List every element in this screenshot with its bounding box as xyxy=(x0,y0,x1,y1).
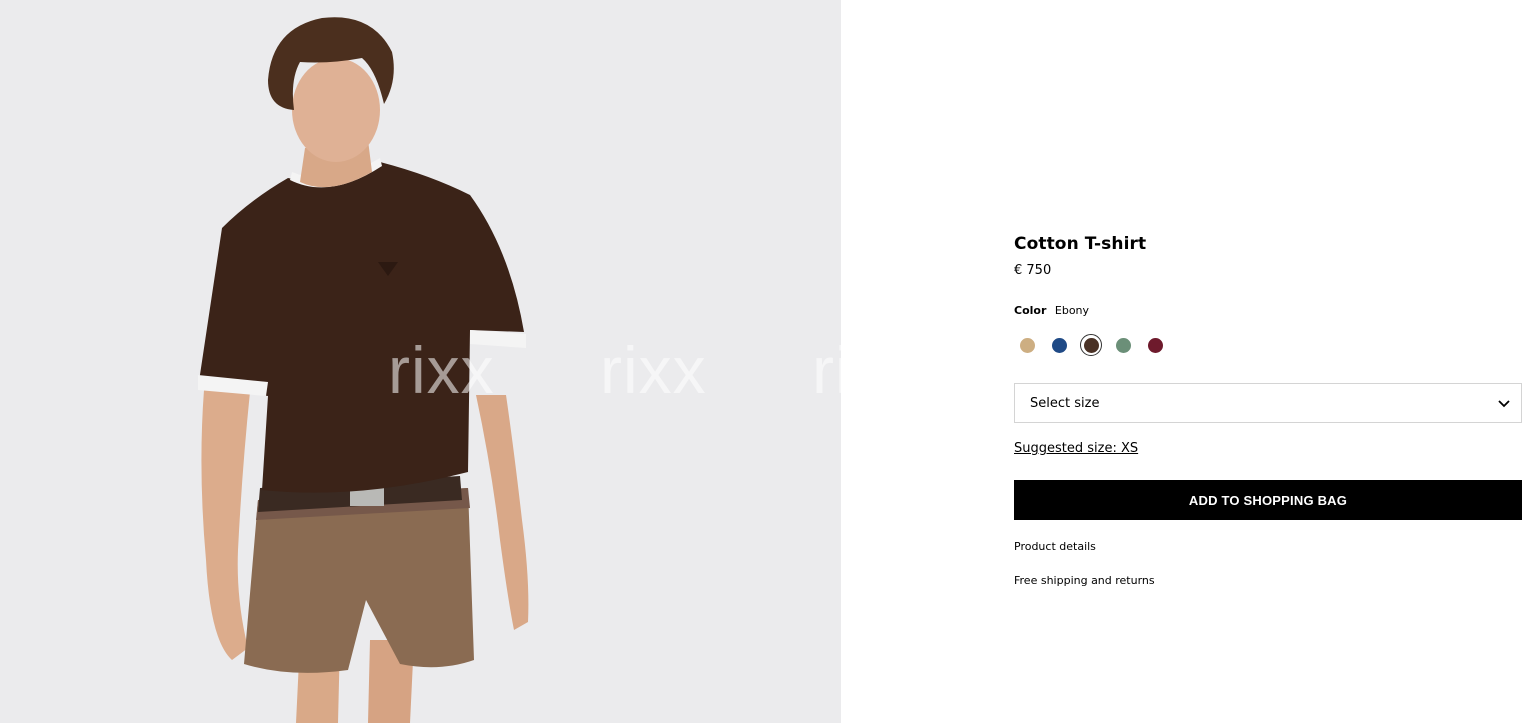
color-swatch-beige[interactable] xyxy=(1016,334,1038,356)
suggested-size-link[interactable]: Suggested size: XS xyxy=(1014,441,1138,456)
product-image[interactable]: rixx rixx rixx xyxy=(0,0,841,723)
watermark: rixx xyxy=(388,333,495,407)
color-row: Color Ebony xyxy=(1014,304,1089,317)
color-label: Color xyxy=(1014,304,1047,317)
shipping-returns-link[interactable]: Free shipping and returns xyxy=(1014,574,1155,587)
color-swatch-ebony[interactable] xyxy=(1080,334,1102,356)
color-swatch-green[interactable] xyxy=(1112,334,1134,356)
color-swatches xyxy=(1016,334,1176,356)
product-info: Cotton T-shirt € 750 Color Ebony Select … xyxy=(1014,0,1522,723)
color-swatch-burgundy[interactable] xyxy=(1144,334,1166,356)
color-swatch-navy[interactable] xyxy=(1048,334,1070,356)
size-select-label: Select size xyxy=(1030,396,1100,411)
product-title: Cotton T-shirt xyxy=(1014,234,1147,254)
add-to-bag-button[interactable]: ADD TO SHOPPING BAG xyxy=(1014,480,1522,520)
product-details-link[interactable]: Product details xyxy=(1014,540,1096,553)
color-value: Ebony xyxy=(1054,304,1090,317)
chevron-down-icon xyxy=(1498,400,1510,408)
product-price: € 750 xyxy=(1014,263,1052,278)
size-select[interactable]: Select size xyxy=(1014,383,1522,423)
watermark: rixx xyxy=(600,333,707,407)
watermark: rixx xyxy=(812,333,841,407)
